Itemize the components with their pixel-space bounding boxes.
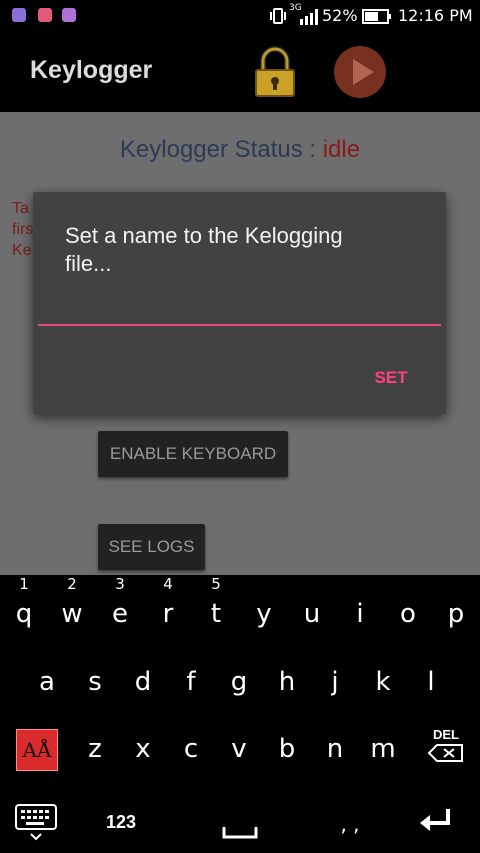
keylogger-status: Keylogger Status : idle	[0, 136, 480, 164]
app-notification-icon	[62, 8, 76, 22]
key-w[interactable]: 2w	[52, 576, 92, 636]
app-title: Keylogger	[30, 56, 153, 84]
app-notification-icon	[12, 8, 26, 22]
key-i[interactable]: i	[340, 592, 380, 636]
dialog-message: Set a name to the Kelogging file...	[65, 223, 343, 276]
key-u[interactable]: u	[292, 592, 332, 636]
key-s[interactable]: s	[75, 660, 115, 704]
app-notification-icon	[38, 8, 52, 22]
key-k[interactable]: k	[363, 660, 403, 704]
set-button[interactable]: SET	[361, 368, 421, 392]
key-x[interactable]: x	[123, 727, 163, 771]
space-bar[interactable]	[222, 821, 258, 841]
key-label: r	[162, 599, 174, 629]
key-j[interactable]: j	[315, 660, 355, 704]
key-label: t	[210, 599, 222, 629]
key-h[interactable]: h	[267, 660, 307, 704]
key-d[interactable]: d	[123, 660, 163, 704]
key-v[interactable]: v	[219, 727, 259, 771]
key-label: e	[112, 599, 128, 629]
key-label: q	[15, 599, 33, 629]
key-z[interactable]: z	[75, 727, 115, 771]
status-label: Keylogger Status :	[119, 136, 323, 163]
status-value: idle	[322, 136, 361, 163]
filename-input[interactable]	[38, 324, 441, 326]
key-l[interactable]: l	[411, 660, 451, 704]
keyboard-switch-icon[interactable]	[14, 803, 60, 843]
key-p[interactable]: p	[436, 592, 476, 636]
key-hint: 5	[211, 575, 221, 593]
numbers-key[interactable]: 123	[96, 807, 146, 837]
key-hint: 4	[163, 575, 173, 593]
key-hint: 2	[67, 575, 77, 593]
key-q[interactable]: 1q	[4, 576, 44, 636]
key-r[interactable]: 4r	[148, 576, 188, 636]
key-t[interactable]: 5t	[196, 576, 236, 636]
key-b[interactable]: b	[267, 727, 307, 771]
enable-keyboard-button[interactable]: ENABLE KEYBOARD	[98, 431, 288, 477]
key-o[interactable]: o	[388, 592, 428, 636]
battery-icon	[362, 9, 391, 24]
key-y[interactable]: y	[244, 592, 284, 636]
key-m[interactable]: m	[363, 727, 403, 771]
signal-icon	[300, 9, 318, 25]
punctuation-key[interactable]: , ,	[330, 809, 370, 839]
soft-keyboard: 1q 2w 3e 4r 5t y u i o p a s d f g h j k…	[0, 575, 480, 853]
lock-icon[interactable]	[253, 46, 297, 98]
status-bar: 3G 52% 12:16 PM	[0, 0, 480, 32]
name-file-dialog: Set a name to the Kelogging file... SET	[33, 192, 446, 414]
battery-percent: 52%	[322, 6, 358, 25]
enter-icon[interactable]	[418, 805, 452, 835]
key-f[interactable]: f	[171, 660, 211, 704]
see-logs-button[interactable]: SEE LOGS	[98, 524, 205, 570]
key-n[interactable]: n	[315, 727, 355, 771]
key-a[interactable]: a	[27, 660, 67, 704]
delete-label: DEL	[433, 727, 459, 742]
backspace-icon	[427, 744, 463, 762]
app-bar: Keylogger	[0, 32, 480, 112]
key-g[interactable]: g	[219, 660, 259, 704]
key-label: w	[61, 599, 83, 629]
vibrate-icon	[270, 8, 286, 24]
key-hint: 3	[115, 575, 125, 593]
key-c[interactable]: c	[171, 727, 211, 771]
delete-key[interactable]: DEL	[422, 727, 470, 773]
clock: 12:16 PM	[398, 6, 473, 25]
shift-key[interactable]: AÅ	[16, 729, 58, 771]
key-e[interactable]: 3e	[100, 576, 140, 636]
key-hint: 1	[19, 575, 29, 593]
play-icon[interactable]	[333, 45, 387, 99]
